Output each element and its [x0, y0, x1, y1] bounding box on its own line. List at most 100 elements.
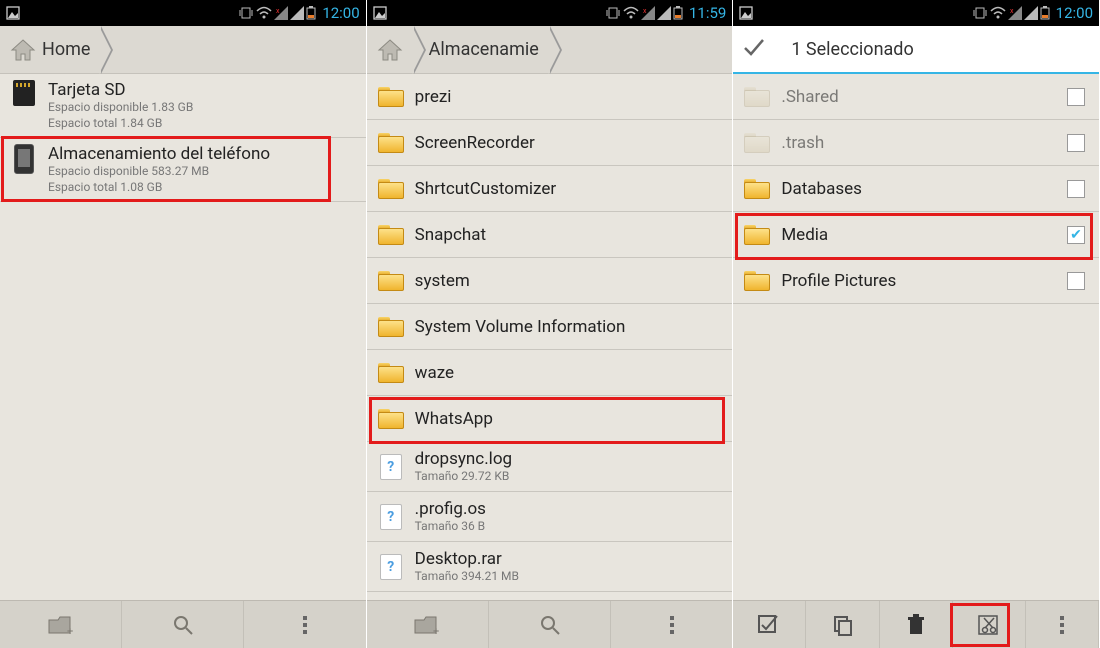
image-notification-icon: [373, 6, 387, 20]
status-time: 12:00: [322, 4, 359, 22]
file-row[interactable]: ? dropsync.logTamaño 29.72 KB: [367, 442, 733, 492]
breadcrumb-label: Almacenamie: [429, 39, 539, 60]
svg-text:x: x: [276, 7, 280, 15]
copy-button[interactable]: [806, 601, 879, 648]
phone-screen-2: x 11:59 Almacenamie prezi ScreenRecorder…: [367, 0, 734, 648]
new-folder-button[interactable]: +: [367, 601, 489, 648]
folder-row[interactable]: prezi: [367, 74, 733, 120]
search-button[interactable]: [489, 601, 611, 648]
cut-button[interactable]: [953, 601, 1026, 648]
folder-name: prezi: [415, 87, 723, 107]
image-notification-icon: [739, 6, 753, 20]
phone-screen-3: x 12:00 1 Seleccionado .Shared .trash: [733, 0, 1100, 648]
folder-row[interactable]: System Volume Information: [367, 304, 733, 350]
storage-total: Espacio total 1.08 GB: [48, 180, 356, 196]
select-all-button[interactable]: [733, 601, 806, 648]
overflow-icon: [1060, 616, 1064, 634]
file-name: dropsync.log: [415, 449, 723, 469]
overflow-button[interactable]: [244, 601, 365, 648]
folder-name: WhatsApp: [415, 409, 723, 429]
checkbox[interactable]: [1067, 134, 1085, 152]
file-unknown-icon: ?: [380, 554, 402, 580]
search-button[interactable]: [122, 601, 244, 648]
folder-row[interactable]: ShrtcutCustomizer: [367, 166, 733, 212]
checkbox[interactable]: [1067, 88, 1085, 106]
status-time: 11:59: [689, 4, 726, 22]
wifi-icon: [256, 6, 272, 20]
sd-card-icon: [13, 80, 35, 106]
breadcrumb-home[interactable]: [371, 26, 413, 73]
folder-row[interactable]: ScreenRecorder: [367, 120, 733, 166]
done-button[interactable]: [741, 34, 767, 65]
checkbox-checked[interactable]: ✔: [1067, 226, 1085, 244]
folder-icon: [744, 179, 770, 199]
folder-row-whatsapp[interactable]: WhatsApp: [367, 396, 733, 442]
vibrate-icon: [972, 6, 988, 20]
signal-icon: [657, 6, 671, 20]
folder-row[interactable]: .trash: [733, 120, 1099, 166]
storage-sd-row[interactable]: Tarjeta SD Espacio disponible 1.83 GB Es…: [0, 74, 366, 138]
storage-title: Almacenamiento del teléfono: [48, 144, 356, 164]
folder-row[interactable]: Snapchat: [367, 212, 733, 258]
folder-row[interactable]: .Shared: [733, 74, 1099, 120]
svg-text:x: x: [643, 7, 647, 15]
toolbar: +: [367, 600, 733, 648]
phone-screen-1: x 12:00 Home Tarjeta SD Espacio disponib…: [0, 0, 367, 648]
breadcrumb-bar: Almacenamie: [367, 26, 733, 74]
signal-x-icon: x: [274, 6, 288, 20]
folder-name: .Shared: [781, 87, 1063, 107]
storage-free: Espacio disponible 1.83 GB: [48, 100, 356, 116]
overflow-icon: [670, 616, 674, 634]
breadcrumb-folder[interactable]: Almacenamie: [413, 26, 549, 73]
signal-icon: [290, 6, 304, 20]
folder-icon: [744, 225, 770, 245]
storage-free: Espacio disponible 583.27 MB: [48, 164, 356, 180]
folder-icon: [378, 225, 404, 245]
delete-button[interactable]: [880, 601, 953, 648]
svg-text:x: x: [1010, 7, 1014, 15]
folder-row[interactable]: Databases: [733, 166, 1099, 212]
folder-name: Databases: [781, 179, 1063, 199]
battery-icon: [1040, 6, 1050, 20]
breadcrumb-label: Home: [42, 39, 90, 60]
new-folder-button[interactable]: +: [0, 601, 122, 648]
signal-x-icon: x: [1008, 6, 1022, 20]
selection-header: 1 Seleccionado: [733, 26, 1099, 74]
file-row[interactable]: ? Desktop.rarTamaño 394.21 MB: [367, 542, 733, 592]
folder-icon: [744, 271, 770, 291]
overflow-button[interactable]: [1026, 601, 1099, 648]
folder-name: ScreenRecorder: [415, 133, 723, 153]
folder-icon: [378, 179, 404, 199]
checkbox[interactable]: [1067, 272, 1085, 290]
storage-phone-row[interactable]: Almacenamiento del teléfono Espacio disp…: [0, 138, 366, 202]
svg-text:+: +: [67, 625, 73, 636]
image-notification-icon: [6, 6, 20, 20]
folder-row[interactable]: Profile Pictures: [733, 258, 1099, 304]
folder-row-media[interactable]: Media ✔: [733, 212, 1099, 258]
folder-name: Snapchat: [415, 225, 723, 245]
selection-toolbar: [733, 600, 1099, 648]
storage-total: Espacio total 1.84 GB: [48, 116, 356, 132]
home-icon: [10, 38, 36, 62]
file-list[interactable]: prezi ScreenRecorder ShrtcutCustomizer S…: [367, 74, 733, 600]
status-bar: x 11:59: [367, 0, 733, 26]
file-size: Tamaño 36 B: [415, 519, 723, 535]
file-name: Desktop.rar: [415, 549, 723, 569]
file-name: .profig.os: [415, 499, 723, 519]
folder-row[interactable]: system: [367, 258, 733, 304]
signal-icon: [1024, 6, 1038, 20]
status-bar: x 12:00: [733, 0, 1099, 26]
breadcrumb-home[interactable]: Home: [4, 26, 100, 73]
vibrate-icon: [238, 6, 254, 20]
checkbox[interactable]: [1067, 180, 1085, 198]
folder-icon: [378, 133, 404, 153]
file-row[interactable]: ? .profig.osTamaño 36 B: [367, 492, 733, 542]
overflow-button[interactable]: [611, 601, 732, 648]
selection-list: .Shared .trash Databases Media ✔ Profile…: [733, 74, 1099, 600]
breadcrumb-bar: Home: [0, 26, 366, 74]
folder-row[interactable]: waze: [367, 350, 733, 396]
file-size: Tamaño 29.72 KB: [415, 469, 723, 485]
folder-name: .trash: [781, 133, 1063, 153]
folder-name: waze: [415, 363, 723, 383]
signal-x-icon: x: [641, 6, 655, 20]
